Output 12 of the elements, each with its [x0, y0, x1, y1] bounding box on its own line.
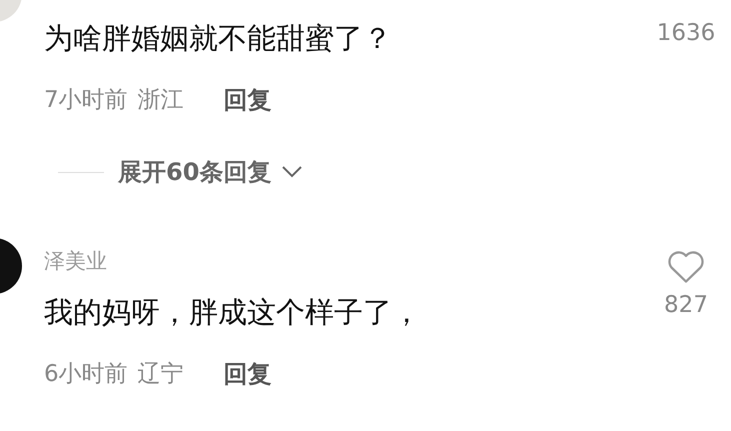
reply-button[interactable]: 回复 [224, 84, 272, 116]
like-count: 827 [664, 291, 708, 320]
comment-text: 我的妈呀，胖成这个样子了， [44, 294, 421, 331]
comment-time: 7小时前 [44, 86, 128, 115]
like-count: 1636 [656, 19, 716, 48]
reply-button[interactable]: 回复 [224, 358, 272, 390]
comment-location: 辽宁 [138, 360, 184, 389]
comment-location: 浙江 [138, 86, 184, 115]
comment-time: 6小时前 [44, 360, 128, 389]
comment-text: 为啥胖婚姻就不能甜蜜了？ [44, 20, 392, 57]
expand-replies-button[interactable]: 展开60条回复 [118, 156, 304, 188]
chevron-down-icon [281, 165, 304, 179]
